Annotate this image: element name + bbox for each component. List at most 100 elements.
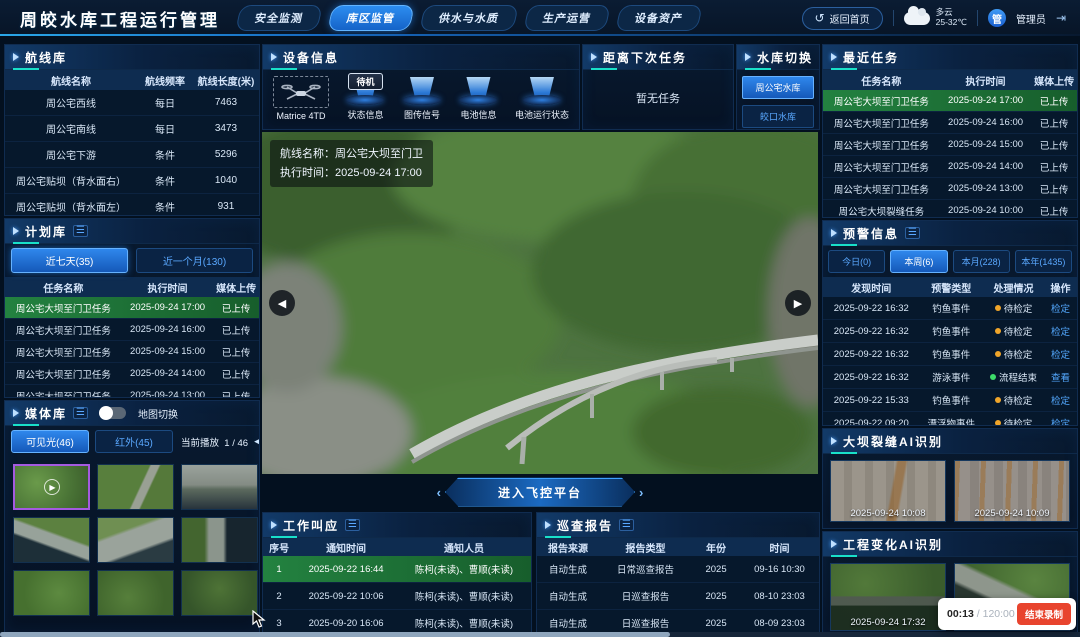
reservoir-option[interactable]: 皎口水库 bbox=[742, 105, 814, 128]
panel-header: 工程变化AI识别 bbox=[823, 532, 1077, 557]
cell: 2025-09-22 10:06 bbox=[295, 591, 397, 602]
table-row[interactable]: 自动生成日巡查报告202508-09 23:03 bbox=[537, 610, 819, 634]
table-row[interactable]: 22025-09-22 10:06陈柯(未读)、曹顺(未读) bbox=[263, 583, 531, 610]
media-thumbnail[interactable] bbox=[181, 464, 258, 510]
device-item[interactable]: 图传信号 bbox=[402, 77, 442, 121]
nav-tab[interactable]: 安全监测 bbox=[235, 5, 323, 31]
nav-tab[interactable]: 生产运营 bbox=[523, 5, 611, 31]
nav-tab[interactable]: 库区监管 bbox=[327, 5, 415, 31]
next-video-button[interactable]: ▶ bbox=[785, 290, 811, 316]
panel-header: 航线库 bbox=[5, 45, 259, 70]
list-icon: ☰ bbox=[73, 225, 88, 237]
map-toggle[interactable] bbox=[100, 407, 126, 419]
table-row[interactable]: 周公宅下游条件5296 bbox=[5, 142, 259, 168]
crack-image[interactable]: 2025-09-24 10:08 bbox=[830, 460, 946, 522]
cell: 已上传 bbox=[213, 345, 259, 359]
action-link[interactable]: 检定 bbox=[1044, 347, 1077, 361]
cell: 周公宅大坝至门卫任务 bbox=[823, 182, 940, 196]
status-dot-icon bbox=[995, 351, 1001, 357]
table-row[interactable]: 周公宅大坝至门卫任务2025-09-24 14:00已上传 bbox=[5, 363, 259, 385]
table-row[interactable]: 32025-09-20 16:06陈柯(未读)、曹顺(未读) bbox=[263, 610, 531, 634]
media-thumbnail[interactable] bbox=[13, 517, 90, 563]
table-row[interactable]: 2025-09-22 16:32钓鱼事件待检定检定 bbox=[823, 343, 1077, 366]
table-row[interactable]: 自动生成日常巡查报告202509-16 10:30 bbox=[537, 556, 819, 583]
table-row[interactable]: 周公宅大坝至门卫任务2025-09-24 16:00已上传 bbox=[5, 319, 259, 341]
prev-video-button[interactable]: ◀ bbox=[269, 290, 295, 316]
cell: 周公宅大坝至门卫任务 bbox=[823, 94, 940, 108]
nav-tab[interactable]: 设备资产 bbox=[615, 5, 703, 31]
media-thumbnail[interactable] bbox=[97, 464, 174, 510]
table-row[interactable]: 周公宅大坝裂缝任务2025-09-24 10:00已上传 bbox=[823, 200, 1077, 218]
table-row[interactable]: 周公宅西线每日7463 bbox=[5, 90, 259, 116]
table-row[interactable]: 周公宅大坝至门卫任务2025-09-24 15:00已上传 bbox=[5, 341, 259, 363]
prev-media-icon[interactable]: ◀ bbox=[254, 436, 260, 447]
media-thumbnail[interactable]: ▶ bbox=[13, 464, 90, 510]
table-row[interactable]: 12025-09-22 16:44陈柯(未读)、曹顺(未读) bbox=[263, 556, 531, 583]
reservoir-option[interactable]: 周公宅水库 bbox=[742, 76, 814, 99]
warning-tab[interactable]: 本周(6) bbox=[890, 250, 947, 273]
back-home-button[interactable]: ↺ 返回首页 bbox=[802, 7, 883, 30]
table-row[interactable]: 自动生成日巡查报告202508-10 23:03 bbox=[537, 583, 819, 610]
stop-recording-button[interactable]: 结束录制 bbox=[1017, 603, 1071, 625]
nav-tab[interactable]: 供水与水质 bbox=[419, 5, 519, 31]
avatar[interactable]: 管 bbox=[988, 9, 1006, 27]
media-thumbnail[interactable] bbox=[181, 570, 258, 616]
media-tab[interactable]: 红外(45) bbox=[95, 430, 173, 453]
scrollbar-thumb[interactable] bbox=[0, 632, 670, 637]
table-row[interactable]: 周公宅大坝至门卫任务2025-09-24 13:00已上传 bbox=[5, 385, 259, 398]
table-row[interactable]: 周公宅贴坝（背水面左）条件931 bbox=[5, 194, 259, 216]
cell: 2025 bbox=[692, 618, 740, 629]
crack-image[interactable]: 2025-09-24 10:09 bbox=[954, 460, 1070, 522]
table-row[interactable]: 2025-09-22 15:33钓鱼事件待检定检定 bbox=[823, 389, 1077, 412]
cell: 已上传 bbox=[213, 301, 259, 315]
status-dot-icon bbox=[995, 305, 1001, 311]
action-link[interactable]: 检定 bbox=[1044, 416, 1077, 426]
table-row[interactable]: 周公宅大坝至门卫任务2025-09-24 13:00已上传 bbox=[823, 178, 1077, 200]
cell: 2 bbox=[263, 591, 295, 602]
device-item[interactable]: 电池信息 bbox=[458, 77, 498, 121]
change-image[interactable]: 2025-09-24 17:32 bbox=[830, 563, 946, 631]
status-cell: 待检定 bbox=[983, 416, 1044, 426]
cell: 931 bbox=[193, 201, 259, 212]
horizontal-scrollbar[interactable] bbox=[0, 632, 1080, 637]
cell: 游泳事件 bbox=[920, 370, 984, 384]
table-header: 报告来源报告类型年份时间 bbox=[537, 538, 819, 556]
media-tab[interactable]: 可见光(46) bbox=[11, 430, 89, 453]
cell: 已上传 bbox=[1031, 182, 1077, 196]
table-row[interactable]: 周公宅贴坝（背水面右）条件1040 bbox=[5, 168, 259, 194]
warning-tab[interactable]: 今日(0) bbox=[828, 250, 885, 273]
table-row[interactable]: 周公宅大坝至门卫任务2025-09-24 14:00已上传 bbox=[823, 156, 1077, 178]
device-item[interactable]: 电池运行状态 bbox=[515, 77, 569, 121]
action-link[interactable]: 检定 bbox=[1044, 301, 1077, 315]
table-row[interactable]: 周公宅大坝至门卫任务2025-09-24 15:00已上传 bbox=[823, 134, 1077, 156]
table-row[interactable]: 周公宅南线每日3473 bbox=[5, 116, 259, 142]
media-thumbnail[interactable] bbox=[181, 517, 258, 563]
table-row[interactable]: 2025-09-22 09:20漂浮物事件待检定检定 bbox=[823, 412, 1077, 426]
warning-tab[interactable]: 本年(1435) bbox=[1015, 250, 1072, 273]
enter-flight-platform-button[interactable]: 进入飞控平台 bbox=[445, 478, 635, 507]
media-thumbnail[interactable] bbox=[13, 570, 90, 616]
cell: 2025-09-24 17:00 bbox=[122, 302, 213, 313]
action-link[interactable]: 检定 bbox=[1044, 324, 1077, 338]
action-link[interactable]: 查看 bbox=[1044, 370, 1077, 384]
table-row[interactable]: 周公宅大坝至门卫任务2025-09-24 16:00已上传 bbox=[823, 112, 1077, 134]
column-header: 发现时间 bbox=[823, 280, 920, 295]
media-tabs: 可见光(46) 红外(45) bbox=[11, 430, 173, 453]
device-item[interactable]: 待机状态信息 bbox=[345, 77, 385, 121]
warning-tab[interactable]: 本月(228) bbox=[953, 250, 1010, 273]
plan-tab[interactable]: 近一个月(130) bbox=[136, 248, 253, 273]
plan-tab[interactable]: 近七天(35) bbox=[11, 248, 128, 273]
route-table: 航线名称航线频率航线长度(米)周公宅西线每日7463周公宅南线每日3473周公宅… bbox=[5, 70, 259, 216]
table-row[interactable]: 2025-09-22 16:32钓鱼事件待检定检定 bbox=[823, 320, 1077, 343]
list-icon: ☰ bbox=[619, 519, 634, 531]
table-row[interactable]: 周公宅大坝至门卫任务2025-09-24 17:00已上传 bbox=[823, 90, 1077, 112]
live-video-feed[interactable]: 航线名称：周公宅大坝至门卫 执行时间：2025-09-24 17:00 ◀ ▶ bbox=[262, 132, 818, 474]
action-link[interactable]: 检定 bbox=[1044, 393, 1077, 407]
table-header: 发现时间预警类型处理情况操作 bbox=[823, 277, 1077, 297]
table-row[interactable]: 2025-09-22 16:32游泳事件流程结束查看 bbox=[823, 366, 1077, 389]
media-thumbnail[interactable] bbox=[97, 517, 174, 563]
logout-icon[interactable]: ⇥ bbox=[1056, 11, 1066, 25]
table-row[interactable]: 2025-09-22 16:32钓鱼事件待检定检定 bbox=[823, 297, 1077, 320]
media-thumbnail[interactable] bbox=[97, 570, 174, 616]
table-row[interactable]: 周公宅大坝至门卫任务2025-09-24 17:00已上传 bbox=[5, 297, 259, 319]
